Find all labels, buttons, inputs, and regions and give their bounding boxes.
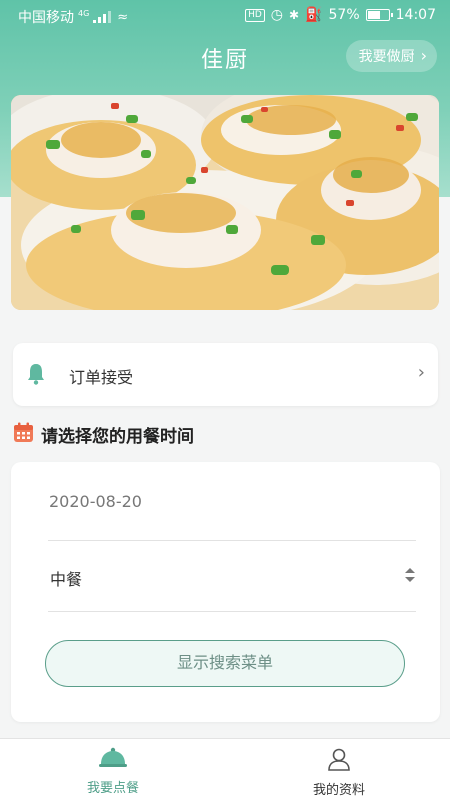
chevron-right-icon: › — [420, 46, 427, 65]
order-notice-row[interactable]: 订单接受 › — [13, 343, 438, 406]
food-banner[interactable] — [11, 95, 439, 310]
tab-order-food-label: 我要点餐 — [86, 781, 139, 796]
divider — [48, 611, 416, 612]
tab-order-food[interactable]: 我要点餐 — [38, 747, 188, 796]
dish-cover-icon — [98, 747, 128, 773]
become-cook-label: 我要做厨 — [358, 49, 415, 65]
food-banner-image — [11, 95, 439, 310]
alarm-icon: ◷ — [270, 7, 284, 23]
meal-select[interactable]: 中餐 — [50, 566, 82, 590]
status-bar: 中国移动 4G ≈ HD ◷ ✱ ⛽ 57% 14:07 — [0, 0, 450, 32]
bell-icon — [27, 363, 45, 389]
person-icon — [327, 748, 351, 775]
mute-bell-icon: ⛽ — [305, 7, 323, 23]
hd-icon: HD — [245, 8, 265, 22]
date-field[interactable]: 2020-08-20 — [49, 492, 142, 511]
tab-my-profile-label: 我的资料 — [312, 783, 365, 798]
bluetooth-icon: ✱ — [289, 8, 300, 22]
show-menu-button[interactable]: 显示搜索菜单 — [45, 640, 405, 687]
meal-time-heading: 请选择您的用餐时间 — [41, 427, 194, 447]
become-cook-button[interactable]: 我要做厨 › — [345, 40, 437, 72]
divider — [48, 540, 416, 541]
tab-my-profile[interactable]: 我的资料 — [264, 747, 414, 798]
network-label: 4G — [78, 8, 90, 18]
bottom-tab-bar: 我要点餐 我的资料 — [0, 738, 450, 800]
battery-percent: 57% — [328, 7, 360, 23]
wifi-icon: ≈ — [117, 9, 129, 25]
select-arrows-icon[interactable] — [404, 567, 416, 587]
clock: 14:07 — [395, 7, 436, 23]
calendar-icon — [13, 422, 34, 447]
signal-icon — [93, 11, 113, 23]
carrier-label: 中国移动 — [18, 10, 74, 26]
meal-time-form: 2020-08-20 中餐 显示搜索菜单 — [11, 462, 440, 722]
order-notice-label: 订单接受 — [69, 368, 134, 387]
chevron-right-icon: › — [417, 362, 425, 383]
battery-icon — [365, 9, 393, 21]
